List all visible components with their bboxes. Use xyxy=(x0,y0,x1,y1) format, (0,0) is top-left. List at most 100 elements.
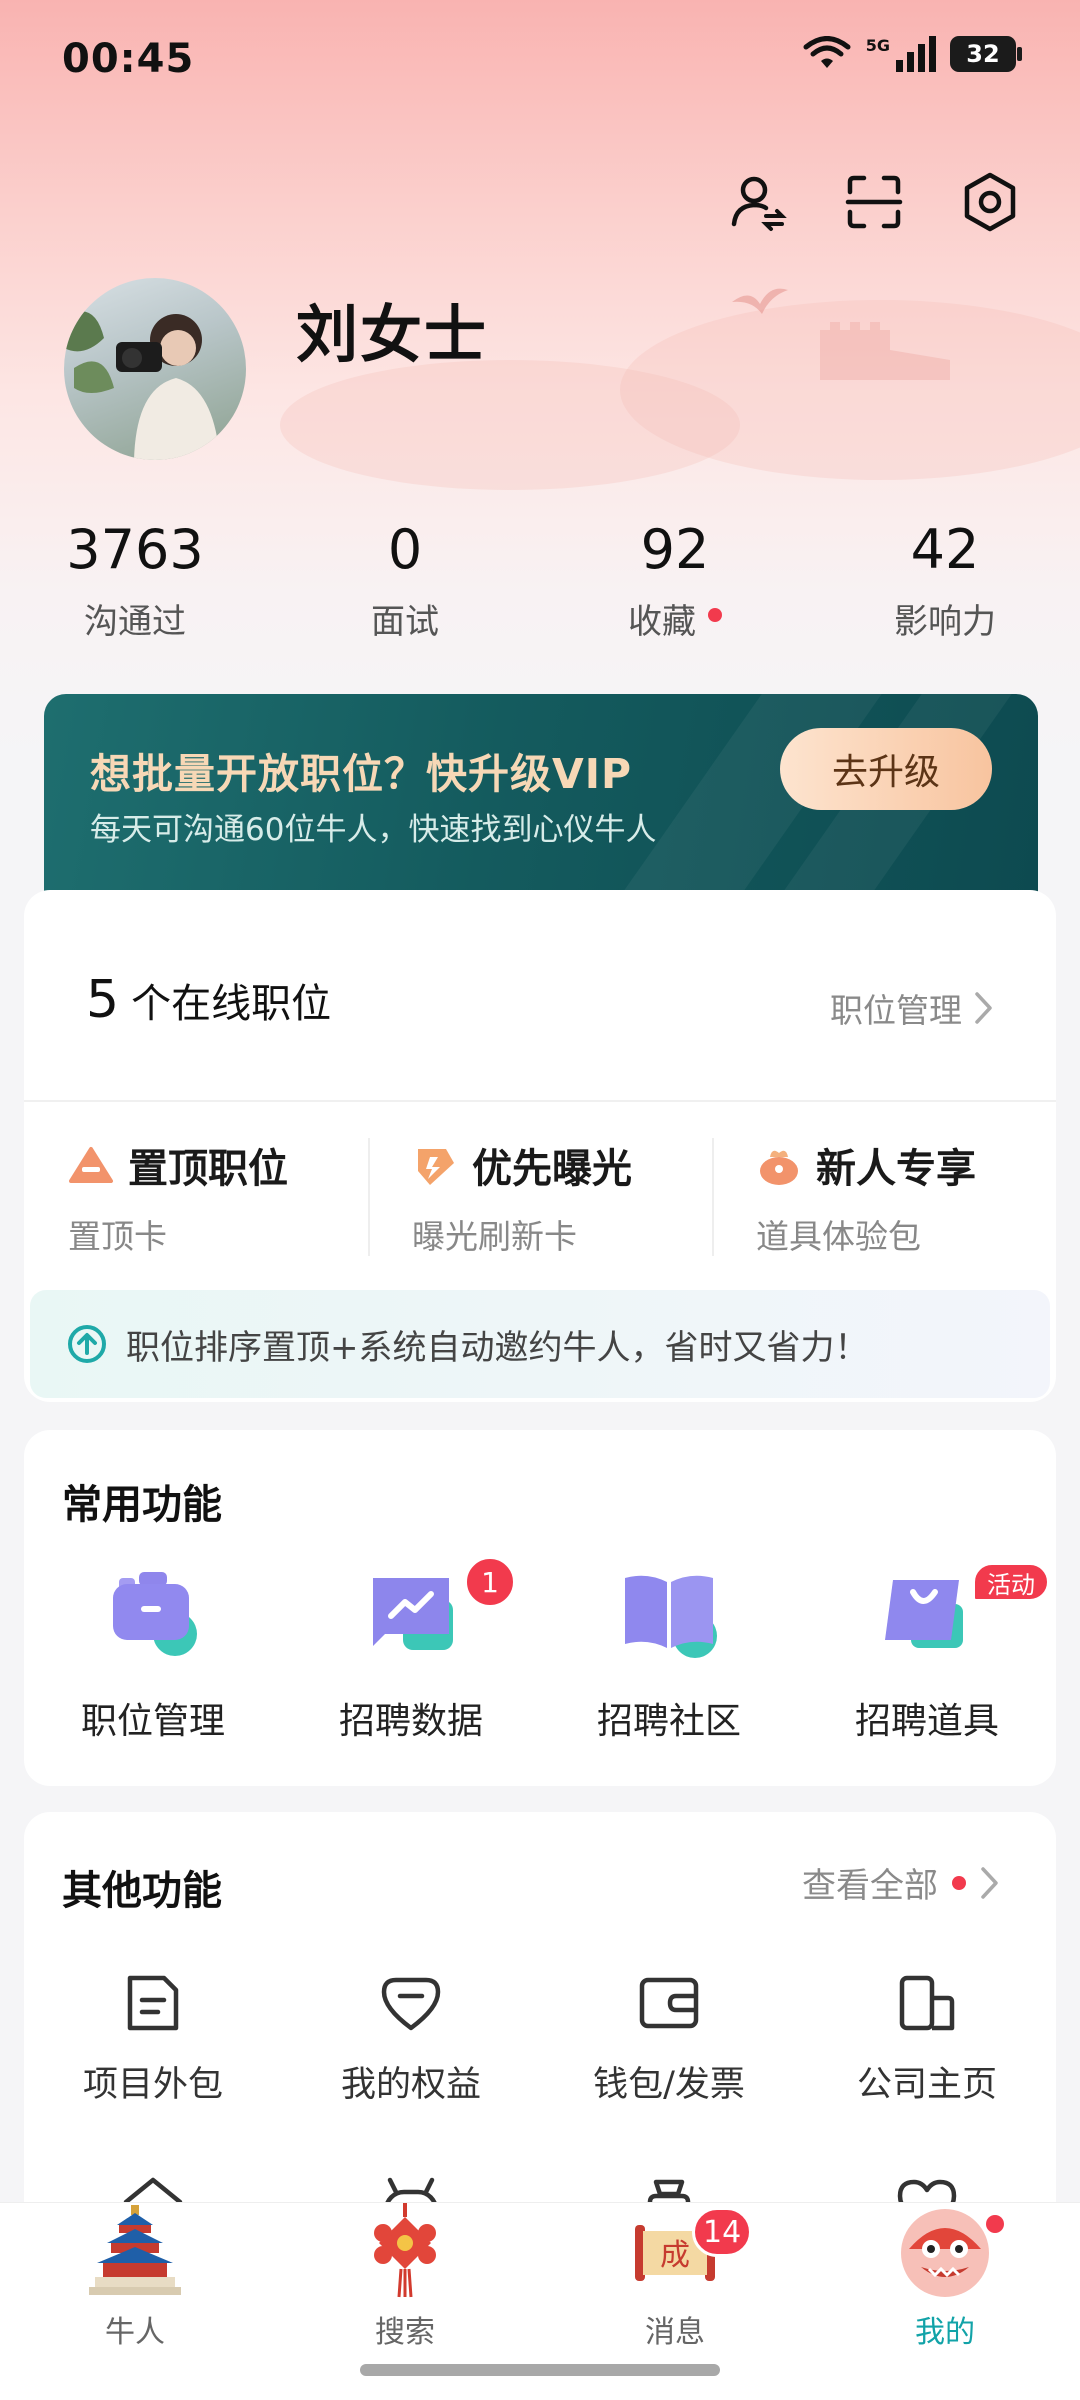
func-project-outsource[interactable]: 项目外包 xyxy=(24,1968,282,2107)
stat-label: 影响力 xyxy=(894,602,996,642)
stat-influence[interactable]: 42 影响力 xyxy=(810,516,1080,643)
user-name[interactable]: 刘女士 xyxy=(296,284,488,374)
nav-label: 搜索 xyxy=(375,2315,435,2350)
status-icons: 5G 32 xyxy=(802,35,1022,72)
top-actions xyxy=(722,166,1026,238)
func-label: 公司主页 xyxy=(856,2065,997,2105)
status-time: 00:45 xyxy=(62,36,195,82)
func-wallet-invoice[interactable]: 钱包/发票 xyxy=(540,1968,798,2107)
func-label: 招聘社区 xyxy=(596,1701,741,1742)
other-functions-grid: 项目外包 我的权益 钱包/发票 公司主页 xyxy=(24,1968,1056,2107)
tip-bar[interactable]: 职位排序置顶+系统自动邀约牛人，省时又省力！ xyxy=(30,1290,1050,1398)
perk-title: 置顶职位 xyxy=(128,1146,288,1192)
stat-label: 收藏 xyxy=(540,594,810,643)
vip-subtitle: 每天可沟通60位牛人，快速找到心仪牛人 xyxy=(90,812,657,848)
other-functions-title: 其他功能 xyxy=(62,1868,222,1914)
battery-level: 32 xyxy=(966,40,1000,68)
nav-label: 我的 xyxy=(915,2315,975,2350)
upgrade-button[interactable]: 去升级 xyxy=(780,728,992,810)
chinese-knot-icon xyxy=(374,2203,436,2298)
network-type: 5G xyxy=(865,35,890,55)
perk-pin-position[interactable]: 置顶职位 置顶卡 xyxy=(24,1136,368,1258)
nav-search[interactable]: 搜索 xyxy=(270,2203,540,2351)
stat-label-text: 收藏 xyxy=(628,602,696,642)
company-icon xyxy=(899,1975,955,2031)
vip-upgrade-banner[interactable]: 想批量开放职位？快升级VIP 每天可沟通60位牛人，快速找到心仪牛人 去升级 xyxy=(44,694,1038,916)
positions-label: 个在线职位 xyxy=(131,981,332,1027)
vip-title: 想批量开放职位？快升级VIP xyxy=(90,750,633,798)
message-badge: 14 xyxy=(692,2207,753,2257)
perk-sub: 曝光刷新卡 xyxy=(412,1217,577,1256)
nav-mine[interactable]: 我的 xyxy=(810,2203,1080,2351)
perk-newcomer[interactable]: 新人专享 道具体验包 xyxy=(712,1136,1056,1258)
view-all-label: 查看全部 xyxy=(802,1866,938,1906)
perk-sub: 置顶卡 xyxy=(68,1217,167,1256)
stat-communicated[interactable]: 3763 沟通过 xyxy=(0,516,270,643)
stats-row: 3763 沟通过 0 面试 92 收藏 42 影响力 xyxy=(0,516,1080,643)
perk-title: 优先曝光 xyxy=(472,1146,632,1192)
pin-top-icon xyxy=(69,1147,113,1183)
notification-badge: 1 xyxy=(464,1556,516,1608)
community-book-icon xyxy=(625,1575,717,1658)
briefcase-icon xyxy=(113,1572,197,1656)
status-bar: 00:45 5G 32 xyxy=(0,0,1080,120)
home-indicator[interactable] xyxy=(360,2364,720,2376)
func-label: 招聘道具 xyxy=(854,1701,999,1742)
document-icon xyxy=(127,1975,179,2031)
unread-dot xyxy=(708,607,722,622)
wifi-icon xyxy=(803,36,851,68)
perk-title-row: 置顶职位 xyxy=(68,1136,368,1194)
battery-icon: 32 xyxy=(950,36,1022,72)
nav-talents[interactable]: 牛人 xyxy=(0,2203,270,2351)
positions-number: 5 xyxy=(86,970,120,1030)
rights-icon xyxy=(381,1977,441,2031)
func-position-manage[interactable]: 职位管理 xyxy=(24,1556,282,1744)
perk-sub: 道具体验包 xyxy=(756,1217,921,1256)
position-manage-link[interactable]: 职位管理 xyxy=(830,984,994,1032)
stat-interview[interactable]: 0 面试 xyxy=(270,516,540,643)
func-recruit-props[interactable]: 招聘道具 活动 xyxy=(798,1556,1056,1744)
online-positions-card: 5 个在线职位 职位管理 置顶职位 置顶卡 优先曝光 曝光刷新卡 新人专享 道具… xyxy=(24,890,1056,1402)
perk-title-row: 优先曝光 xyxy=(412,1136,712,1194)
stat-value: 42 xyxy=(910,518,980,581)
nav-label: 消息 xyxy=(645,2315,705,2350)
stat-value: 0 xyxy=(387,518,423,581)
func-label: 招聘数据 xyxy=(338,1701,483,1742)
scan-icon[interactable] xyxy=(838,166,910,238)
exposure-icon xyxy=(418,1149,454,1185)
func-label: 我的权益 xyxy=(340,2065,481,2105)
great-wall-illustration xyxy=(820,322,950,380)
nav-messages[interactable]: 成 消息 14 xyxy=(540,2203,810,2351)
func-recruit-data[interactable]: 招聘数据 1 xyxy=(282,1556,540,1744)
stat-label: 面试 xyxy=(371,602,439,642)
gift-bag-icon xyxy=(760,1150,798,1185)
chevron-right-icon xyxy=(975,992,992,1024)
arrow-up-circle-icon xyxy=(68,1325,106,1363)
settings-icon[interactable] xyxy=(954,166,1026,238)
view-all-link[interactable]: 查看全部 xyxy=(802,1858,1000,1907)
online-positions-count[interactable]: 5 个在线职位 xyxy=(86,970,331,1030)
perk-title-row: 新人专享 xyxy=(756,1136,1056,1194)
func-label: 项目外包 xyxy=(82,2065,223,2105)
lion-dance-icon xyxy=(901,2209,989,2297)
common-functions-card: 常用功能 职位管理 招聘数据 1 招聘社区 招聘道具 活动 xyxy=(24,1430,1056,1786)
nav-label: 牛人 xyxy=(105,2315,165,2350)
stat-value: 3763 xyxy=(66,518,204,581)
func-label: 钱包/发票 xyxy=(593,2065,745,2105)
wallet-icon xyxy=(639,1977,699,2029)
avatar[interactable] xyxy=(64,278,246,460)
switch-identity-icon[interactable] xyxy=(722,166,794,238)
stat-favorites[interactable]: 92 收藏 xyxy=(540,516,810,643)
tip-text: 职位排序置顶+系统自动邀约牛人，省时又省力！ xyxy=(126,1327,869,1368)
profile-page: 00:45 5G 32 刘女士 3763 沟通过 0 面试 92 收藏 42 影… xyxy=(0,0,1080,2400)
unread-dot xyxy=(952,1875,966,1890)
perk-priority-exposure[interactable]: 优先曝光 曝光刷新卡 xyxy=(368,1136,712,1258)
shopping-bag-icon xyxy=(885,1580,963,1648)
func-recruit-community[interactable]: 招聘社区 xyxy=(540,1556,798,1744)
func-company-home[interactable]: 公司主页 xyxy=(798,1968,1056,2107)
common-functions-title: 常用功能 xyxy=(62,1482,222,1528)
signal-icon xyxy=(896,36,936,72)
bird-illustration xyxy=(732,288,788,314)
func-my-rights[interactable]: 我的权益 xyxy=(282,1968,540,2107)
svg-text:成: 成 xyxy=(660,2238,690,2273)
